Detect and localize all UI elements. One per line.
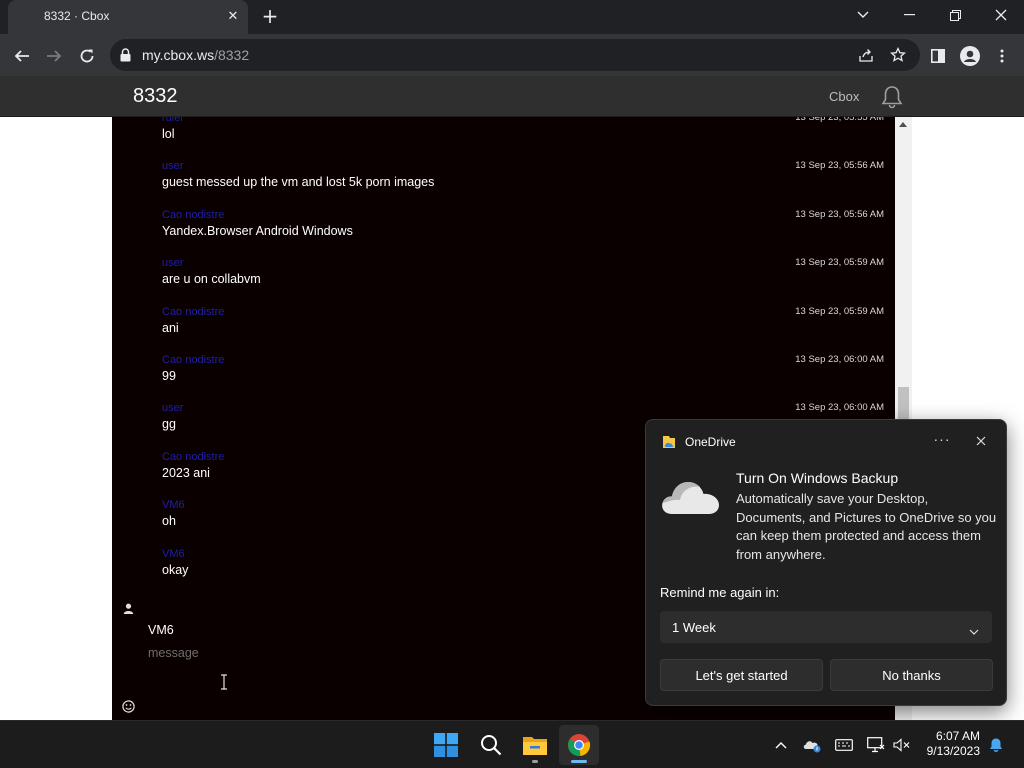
windows-taskbar: 6:07 AM 9/13/2023 (0, 720, 1024, 768)
tab-title: 8332 · Cbox (44, 9, 110, 23)
show-hidden-icons-chevron-icon[interactable] (771, 735, 791, 755)
message-username[interactable]: Cao nodistre (162, 451, 224, 463)
message-username[interactable]: VM6 (162, 548, 185, 560)
scroll-up-icon[interactable] (899, 122, 907, 127)
message-username[interactable]: user (162, 257, 183, 269)
close-window-icon[interactable] (978, 0, 1024, 30)
message-text: are u on collabvm (162, 272, 261, 286)
remind-dropdown[interactable]: 1 Week (660, 611, 992, 643)
message-text: ani (162, 321, 179, 335)
message-timestamp: 13 Sep 23, 05:55 AM (795, 117, 884, 123)
message-timestamp: 13 Sep 23, 06:00 AM (795, 402, 884, 413)
user-icon (123, 599, 134, 618)
reload-icon[interactable] (74, 43, 100, 69)
message-username[interactable]: VM6 (162, 499, 185, 511)
restore-icon[interactable] (932, 0, 978, 30)
browser-toolbar: my.cbox.ws/8332 (0, 34, 1024, 76)
message-input[interactable] (148, 643, 568, 663)
onedrive-app-icon (662, 435, 676, 454)
message-username[interactable]: user (162, 160, 183, 172)
keyboard-icon[interactable] (834, 735, 854, 755)
message-text: gg (162, 417, 176, 431)
side-panel-icon[interactable] (925, 43, 951, 69)
message-username[interactable]: Cao nodistre (162, 306, 224, 318)
message-text: lol (162, 127, 175, 141)
tab-search-chevron-icon[interactable] (840, 0, 886, 30)
tab-close-icon[interactable]: ✕ (224, 8, 242, 26)
taskbar-clock[interactable]: 6:07 AM 9/13/2023 (918, 729, 980, 759)
toast-body: Automatically save your Desktop, Documen… (736, 491, 997, 562)
clock-time: 6:07 AM (935, 729, 980, 743)
chat-message: Cao nodistre 13 Sep 23, 06:00 AM 99 (162, 354, 884, 394)
chat-message: ruler 13 Sep 23, 05:55 AM lol (162, 117, 884, 152)
cbox-header: 8332 Cbox (0, 76, 1024, 117)
url-text[interactable]: my.cbox.ws/8332 (142, 47, 249, 63)
no-thanks-button[interactable]: No thanks (830, 659, 993, 691)
box-title: 8332 (133, 85, 178, 107)
chrome-icon[interactable] (559, 725, 599, 765)
close-icon[interactable] (971, 431, 991, 451)
message-text: okay (162, 563, 189, 577)
file-explorer-icon[interactable] (515, 725, 555, 765)
forward-icon[interactable] (41, 43, 67, 69)
more-options-icon[interactable]: ··· (930, 431, 954, 451)
message-text: 99 (162, 369, 176, 383)
browser-title-bar: 8332 · Cbox ✕ + (0, 0, 1024, 34)
chat-message: Cao nodistre 13 Sep 23, 05:56 AM Yandex.Br… (162, 209, 884, 249)
toast-app-name: OneDrive (685, 435, 736, 449)
back-icon[interactable] (9, 43, 35, 69)
chat-message: user 13 Sep 23, 05:59 AM are u on collabvm (162, 257, 884, 297)
message-timestamp: 13 Sep 23, 05:56 AM (795, 209, 884, 220)
bookmark-star-icon[interactable] (888, 45, 908, 65)
chevron-down-icon (969, 622, 979, 640)
notification-bell-icon[interactable] (986, 735, 1006, 755)
cbox-brand-link[interactable]: Cbox (829, 89, 859, 104)
text-cursor-icon (220, 674, 228, 694)
profile-avatar-icon[interactable] (957, 43, 983, 69)
address-bar[interactable]: my.cbox.ws/8332 (110, 39, 920, 71)
remind-selected-value: 1 Week (672, 620, 716, 635)
browser-tab[interactable]: 8332 · Cbox ✕ (8, 0, 248, 34)
bell-icon[interactable] (879, 84, 905, 114)
message-text: oh (162, 514, 176, 528)
search-icon[interactable] (471, 725, 511, 765)
chat-message: user 13 Sep 23, 05:56 AM guest messed up t… (162, 160, 884, 200)
onedrive-tray-icon[interactable] (802, 735, 822, 755)
message-timestamp: 13 Sep 23, 06:00 AM (795, 354, 884, 365)
message-username[interactable]: Cao nodistre (162, 354, 224, 366)
share-icon[interactable] (856, 45, 876, 65)
message-timestamp: 13 Sep 23, 05:59 AM (795, 306, 884, 317)
message-timestamp: 13 Sep 23, 05:59 AM (795, 257, 884, 268)
toast-heading: Turn On Windows Backup (736, 470, 899, 486)
message-text: guest messed up the vm and lost 5k porn … (162, 175, 435, 189)
message-timestamp: 13 Sep 23, 05:56 AM (795, 160, 884, 171)
message-username[interactable]: user (162, 402, 183, 414)
clock-date: 9/13/2023 (926, 744, 980, 758)
remind-label: Remind me again in: (660, 585, 780, 600)
emoji-icon[interactable] (122, 698, 135, 717)
active-indicator (571, 760, 587, 763)
browser-menu-icon[interactable] (989, 43, 1015, 69)
volume-muted-icon[interactable] (892, 735, 912, 755)
minimize-icon[interactable] (886, 0, 932, 30)
message-text: 2023 ani (162, 466, 210, 480)
composer-name[interactable]: VM6 (148, 623, 174, 637)
running-indicator (532, 760, 538, 763)
cloud-icon (660, 476, 722, 523)
lock-icon[interactable] (120, 47, 131, 66)
new-tab-button[interactable]: + (259, 6, 281, 28)
network-icon[interactable] (866, 735, 886, 755)
get-started-button[interactable]: Let's get started (660, 659, 823, 691)
message-username[interactable]: Cao nodistre (162, 209, 224, 221)
message-username[interactable]: ruler (162, 117, 184, 124)
message-text: Yandex.Browser Android Windows (162, 224, 353, 238)
chat-message: Cao nodistre 13 Sep 23, 05:59 AM ani (162, 306, 884, 346)
start-icon[interactable] (426, 725, 466, 765)
onedrive-notification: OneDrive ··· Turn On Windows Backup Auto… (645, 419, 1007, 706)
